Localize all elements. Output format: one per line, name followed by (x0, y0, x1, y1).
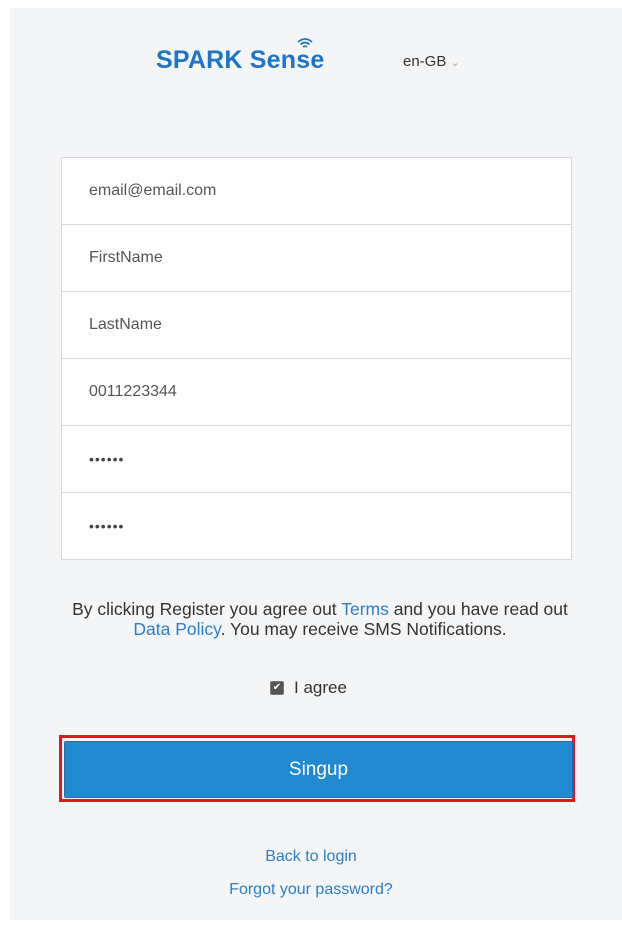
signup-form: email@email.com FirstName LastName 00112… (61, 157, 572, 560)
terms-text-3: . You may receive SMS Notifications. (220, 619, 507, 639)
forgot-password-link[interactable]: Forgot your password? (0, 881, 622, 899)
wifi-icon (297, 38, 313, 48)
signup-button[interactable]: Singup (64, 741, 573, 798)
logo-wifi-letter: s (296, 38, 313, 75)
data-policy-link[interactable]: Data Policy (133, 619, 220, 639)
terms-text-1: By clicking Register you agree out (72, 599, 342, 619)
terms-text-2: and you have read out (388, 599, 568, 619)
confirm-password-field[interactable]: •••••• (61, 492, 572, 560)
first-name-field[interactable]: FirstName (61, 224, 572, 292)
agree-label: I agree (294, 678, 347, 697)
spark-sense-logo: SPARK Sen se (156, 38, 325, 75)
agree-checkbox[interactable]: ✔ (270, 681, 284, 695)
phone-field[interactable]: 0011223344 (61, 358, 572, 426)
logo-text-part1: SPARK Sen (156, 46, 297, 74)
back-to-login-link[interactable]: Back to login (0, 848, 622, 866)
email-field[interactable]: email@email.com (61, 157, 572, 225)
logo-wifi-letter-text: s (296, 46, 311, 74)
last-name-field[interactable]: LastName (61, 291, 572, 359)
language-selector[interactable]: en-GB ⌄ (403, 53, 460, 70)
language-value: en-GB (403, 53, 447, 70)
terms-link[interactable]: Terms (341, 599, 389, 619)
chevron-down-icon: ⌄ (450, 57, 460, 69)
agree-checkbox-row[interactable]: ✔ I agree (270, 678, 347, 698)
terms-text: By clicking Register you agree out Terms… (55, 599, 585, 639)
logo-text-part2: e (310, 46, 325, 74)
password-field[interactable]: •••••• (61, 425, 572, 493)
